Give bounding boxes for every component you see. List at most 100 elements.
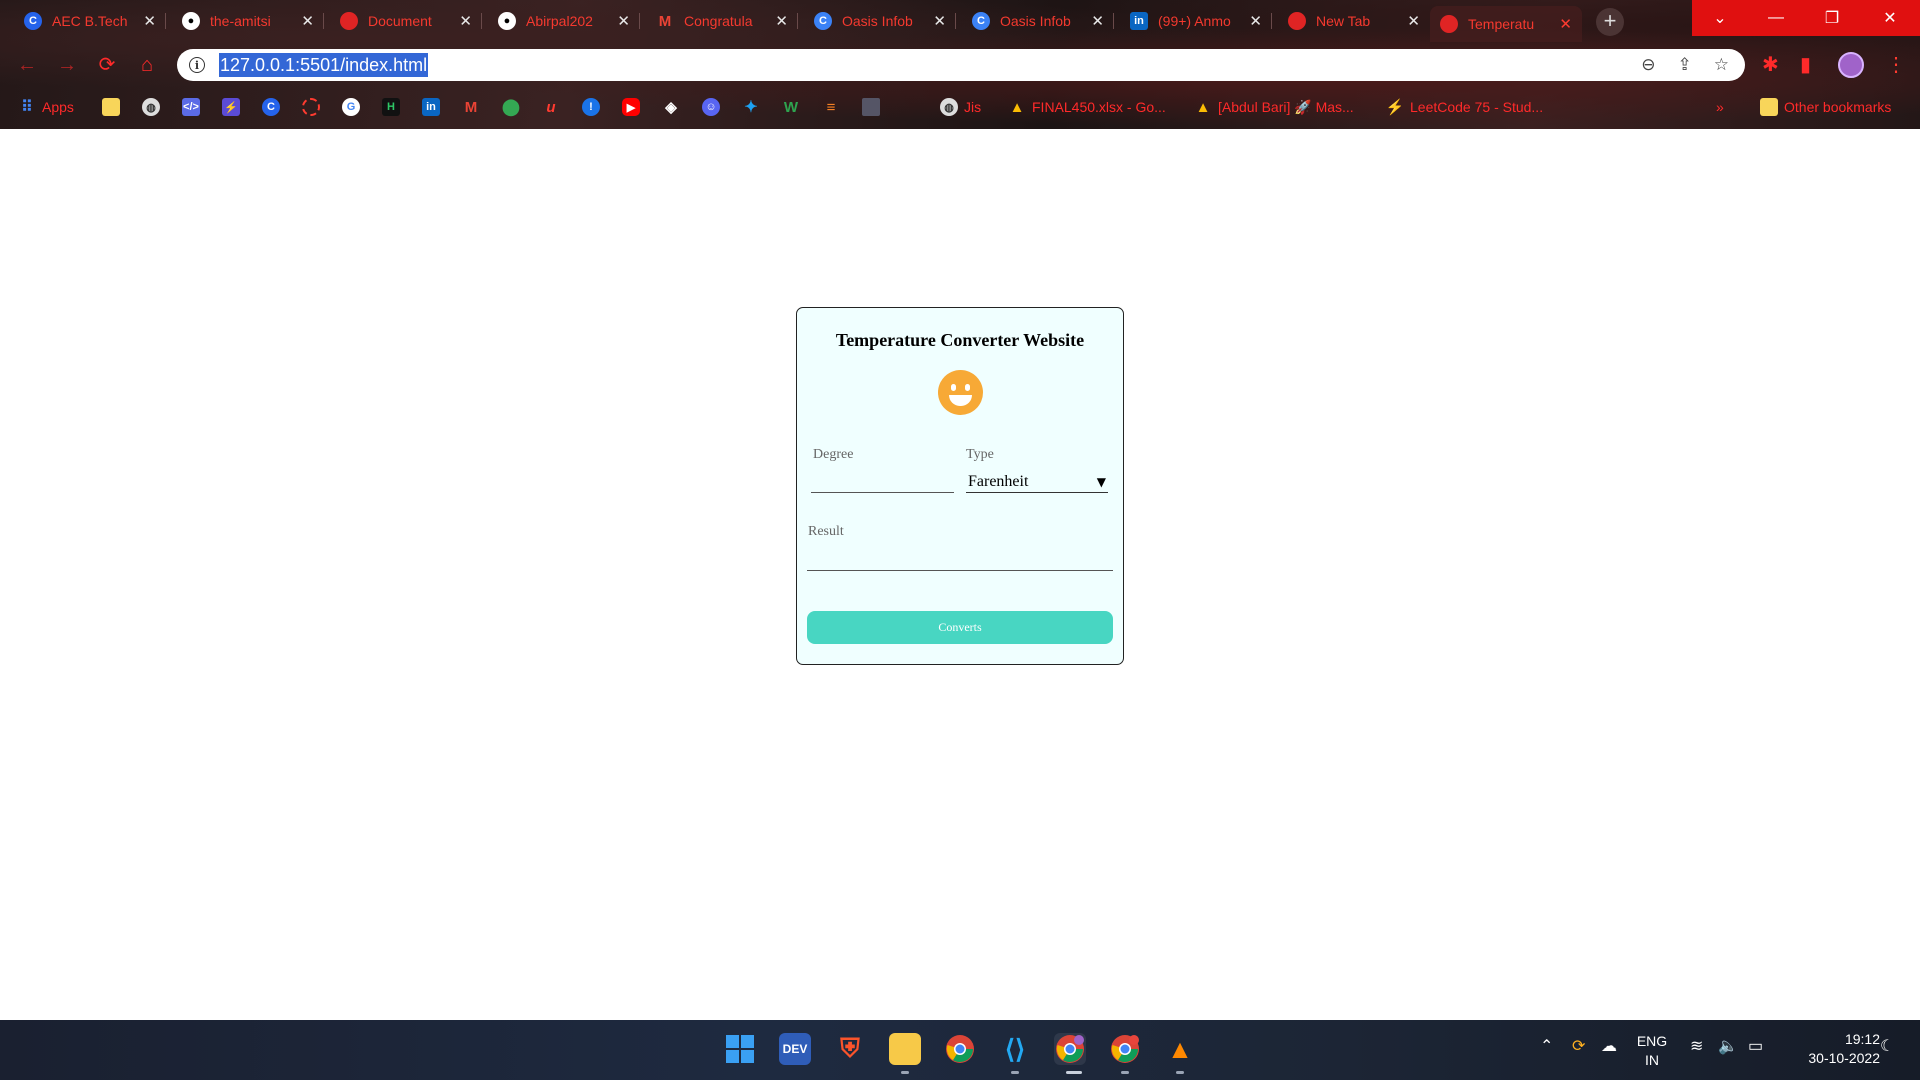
stack-icon[interactable]: ≡	[822, 96, 840, 118]
type-select[interactable]: Farenheit ▼	[966, 471, 1108, 493]
reload-button[interactable]: ⟳	[94, 52, 120, 78]
tab-oasis-2[interactable]: C Oasis Infob ✕	[962, 6, 1114, 36]
url-text[interactable]: 127.0.0.1:5501/index.html	[219, 53, 429, 77]
bookmark-final450[interactable]: ▲ FINAL450.xlsx - Go...	[1008, 96, 1166, 118]
more-bookmarks-button[interactable]: »	[1716, 96, 1724, 118]
tab-linkedin[interactable]: in (99+) Anmo ✕	[1120, 6, 1272, 36]
degree-label: Degree	[813, 447, 854, 462]
home-button[interactable]: ⌂	[134, 52, 160, 78]
tab-close-icon[interactable]: ✕	[775, 12, 788, 30]
language-indicator[interactable]: ENG IN	[1634, 1032, 1670, 1070]
linkedin-icon[interactable]: in	[422, 96, 440, 118]
focus-moon-icon[interactable]: ☾	[1880, 1036, 1894, 1056]
vscode-icon[interactable]: ⟨⟩	[999, 1033, 1031, 1065]
back-button[interactable]: ←	[14, 52, 40, 78]
code-icon[interactable]: </>	[182, 96, 200, 118]
brave-browser-icon[interactable]: ⛨	[834, 1033, 866, 1065]
running-indicator	[1176, 1071, 1184, 1074]
chrome-profile-2-icon[interactable]	[1109, 1033, 1141, 1065]
tab-close-icon[interactable]: ✕	[143, 12, 156, 30]
site-info-icon[interactable]: i	[189, 57, 205, 73]
tab-oasis-1[interactable]: C Oasis Infob ✕	[804, 6, 956, 36]
dashed-circle-icon[interactable]	[302, 96, 320, 118]
converter-card: Temperature Converter Website Degree Typ…	[796, 307, 1124, 665]
menu-kebab-icon[interactable]: ⋮	[1886, 52, 1906, 77]
result-field[interactable]	[807, 546, 1113, 571]
globe-icon[interactable]: ◍	[142, 96, 160, 118]
bookmark-star-icon[interactable]: ☆	[1714, 55, 1729, 75]
address-bar[interactable]: i 127.0.0.1:5501/index.html ⊖ ⇪ ☆	[177, 49, 1745, 81]
tab-label: Oasis Infob	[1000, 13, 1071, 29]
tab-label: (99+) Anmo	[1158, 13, 1231, 29]
extensions-puzzle-icon[interactable]: ✱	[1762, 52, 1779, 77]
tab-close-icon[interactable]: ✕	[617, 12, 630, 30]
close-window-button[interactable]: ✕	[1860, 0, 1920, 36]
w-icon[interactable]: W	[782, 96, 800, 118]
onedrive-cloud-icon[interactable]: ☁	[1601, 1036, 1617, 1056]
bookmark-apps[interactable]: ⠿ Apps	[18, 96, 74, 118]
lightning-icon[interactable]: ⚡	[222, 96, 240, 118]
running-indicator	[901, 1071, 909, 1074]
gmail-icon[interactable]: M	[462, 96, 480, 118]
codechef-icon[interactable]: C	[262, 96, 280, 118]
tab-close-icon[interactable]: ✕	[1091, 12, 1104, 30]
share-icon[interactable]: ⇪	[1678, 55, 1692, 75]
chrome-profile-icon[interactable]	[1054, 1033, 1086, 1065]
tab-close-icon[interactable]: ✕	[459, 12, 472, 30]
diamond-icon[interactable]: ◈	[662, 96, 680, 118]
file-explorer-icon[interactable]	[889, 1033, 921, 1065]
lang-code: ENG	[1636, 1033, 1668, 1049]
vlc-icon[interactable]: ▲	[1164, 1033, 1196, 1065]
tab-close-icon[interactable]: ✕	[1559, 15, 1572, 33]
windows-start-icon[interactable]	[724, 1033, 756, 1065]
tab-search-dropdown-icon[interactable]: ⌄	[1692, 0, 1748, 36]
tab-github-abirpal[interactable]: ● Abirpal202 ✕	[488, 6, 640, 36]
discord-icon[interactable]: ☺	[702, 96, 720, 118]
tab-gmail[interactable]: M Congratula ✕	[646, 6, 798, 36]
tab-favicon-c-icon: C	[972, 12, 990, 30]
chevron-down-icon: ▼	[1096, 474, 1106, 489]
profile-avatar[interactable]	[1838, 52, 1864, 78]
degree-input[interactable]	[811, 471, 954, 493]
tab-separator	[1113, 13, 1114, 29]
bookmark-leetcode[interactable]: ⚡ LeetCode 75 - Stud...	[1386, 96, 1543, 118]
minimize-button[interactable]: —	[1748, 0, 1804, 36]
side-panel-icon[interactable]: ▮	[1800, 52, 1811, 77]
battery-icon[interactable]: ▭	[1748, 1036, 1763, 1056]
bookmark-jis[interactable]: ◍ Jis	[940, 96, 981, 118]
bookmark-folder-icon[interactable]	[102, 96, 120, 118]
tab-github-amitsi[interactable]: ● the-amitsi ✕	[172, 6, 324, 36]
new-tab-button[interactable]: +	[1596, 8, 1624, 36]
tab-close-icon[interactable]: ✕	[301, 12, 314, 30]
twitter-icon[interactable]: ✦	[742, 96, 760, 118]
forward-button[interactable]: →	[54, 52, 80, 78]
tab-close-icon[interactable]: ✕	[1249, 12, 1262, 30]
google-icon[interactable]: G	[342, 96, 360, 118]
youtube-icon[interactable]: ▶	[622, 96, 640, 118]
printer-icon[interactable]	[862, 96, 880, 118]
zoom-icon[interactable]: ⊖	[1641, 55, 1655, 75]
tab-document[interactable]: Document ✕	[330, 6, 482, 36]
clock[interactable]: 19:12 30-10-2022	[1784, 1030, 1880, 1068]
tab-close-icon[interactable]: ✕	[933, 12, 946, 30]
tab-close-icon[interactable]: ✕	[1407, 12, 1420, 30]
chrome-icon[interactable]	[944, 1033, 976, 1065]
bookmark-abdul-bari[interactable]: ▲ [Abdul Bari] 🚀 Mas...	[1194, 96, 1354, 118]
convert-button[interactable]: Converts	[807, 611, 1113, 644]
udemy-icon[interactable]: u	[542, 96, 560, 118]
hackerrank-icon[interactable]: H	[382, 96, 400, 118]
volume-icon[interactable]: 🔈	[1718, 1036, 1738, 1056]
restore-button[interactable]: ❐	[1804, 0, 1860, 36]
tab-new-tab[interactable]: New Tab ✕	[1278, 6, 1430, 36]
bookmark-label: Jis	[964, 99, 982, 115]
devhome-icon[interactable]: DEV	[779, 1033, 811, 1065]
sync-icon[interactable]: ⟳	[1572, 1036, 1585, 1056]
tray-chevron-up-icon[interactable]: ⌃	[1540, 1036, 1553, 1056]
wifi-icon[interactable]: ≋	[1690, 1036, 1703, 1056]
tab-temperature-active[interactable]: Temperatu ✕	[1430, 6, 1582, 42]
maps-pin-icon[interactable]: ⬤	[502, 96, 520, 118]
tab-aec[interactable]: C AEC B.Tech ✕	[14, 6, 166, 36]
bookmark-other[interactable]: Other bookmarks	[1760, 96, 1891, 118]
info-circle-icon[interactable]: !	[582, 96, 600, 118]
github-icon: ●	[182, 12, 200, 30]
